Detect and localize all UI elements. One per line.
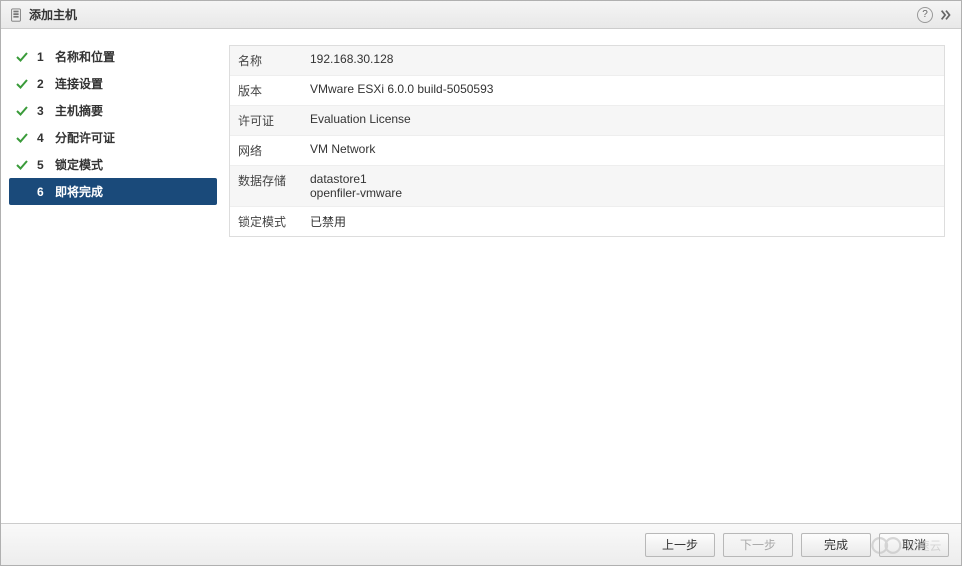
step-lockdown-mode[interactable]: 5 锁定模式	[9, 151, 217, 178]
step-label: 名称和位置	[55, 48, 115, 65]
dialog-body: 1 名称和位置 2 连接设置 3 主机摘要 4 分配许可证 5	[1, 29, 961, 523]
step-number: 2	[37, 77, 47, 91]
summary-label: 许可证	[230, 106, 302, 135]
step-name-location[interactable]: 1 名称和位置	[9, 43, 217, 70]
summary-row-lockdown: 锁定模式 已禁用	[230, 207, 944, 236]
step-host-summary[interactable]: 3 主机摘要	[9, 97, 217, 124]
step-label: 锁定模式	[55, 156, 103, 173]
dialog-title: 添加主机	[29, 6, 911, 23]
step-assign-license[interactable]: 4 分配许可证	[9, 124, 217, 151]
summary-value: Evaluation License	[302, 106, 944, 132]
check-icon	[15, 131, 29, 145]
content-pane: 名称 192.168.30.128 版本 VMware ESXi 6.0.0 b…	[221, 29, 961, 523]
summary-row-network: 网络 VM Network	[230, 136, 944, 166]
cancel-button[interactable]: 取消	[879, 533, 949, 557]
step-connection-settings[interactable]: 2 连接设置	[9, 70, 217, 97]
check-placeholder	[15, 185, 29, 199]
summary-label: 名称	[230, 46, 302, 75]
summary-label: 数据存储	[230, 166, 302, 195]
step-number: 1	[37, 50, 47, 64]
summary-row-version: 版本 VMware ESXi 6.0.0 build-5050593	[230, 76, 944, 106]
step-label: 连接设置	[55, 75, 103, 92]
summary-value: VMware ESXi 6.0.0 build-5050593	[302, 76, 944, 102]
step-number: 4	[37, 131, 47, 145]
titlebar: 添加主机 ?	[1, 1, 961, 29]
summary-row-datastore: 数据存储 datastore1 openfiler-vmware	[230, 166, 944, 207]
summary-table: 名称 192.168.30.128 版本 VMware ESXi 6.0.0 b…	[229, 45, 945, 237]
summary-value: VM Network	[302, 136, 944, 162]
check-icon	[15, 50, 29, 64]
host-icon	[9, 8, 23, 22]
summary-value: datastore1 openfiler-vmware	[302, 166, 944, 206]
check-icon	[15, 104, 29, 118]
back-button[interactable]: 上一步	[645, 533, 715, 557]
step-ready-to-complete[interactable]: 6 即将完成	[9, 178, 217, 205]
finish-button[interactable]: 完成	[801, 533, 871, 557]
step-label: 分配许可证	[55, 129, 115, 146]
summary-label: 版本	[230, 76, 302, 105]
step-label: 即将完成	[55, 183, 103, 200]
summary-label: 锁定模式	[230, 207, 302, 236]
wizard-steps: 1 名称和位置 2 连接设置 3 主机摘要 4 分配许可证 5	[1, 29, 221, 523]
step-number: 6	[37, 185, 47, 199]
step-number: 5	[37, 158, 47, 172]
next-button: 下一步	[723, 533, 793, 557]
step-label: 主机摘要	[55, 102, 103, 119]
summary-row-license: 许可证 Evaluation License	[230, 106, 944, 136]
add-host-wizard: 添加主机 ? 1 名称和位置 2 连接设置 3 主机摘要	[0, 0, 962, 566]
check-icon	[15, 77, 29, 91]
summary-value: 192.168.30.128	[302, 46, 944, 72]
step-number: 3	[37, 104, 47, 118]
summary-label: 网络	[230, 136, 302, 165]
check-icon	[15, 158, 29, 172]
summary-row-name: 名称 192.168.30.128	[230, 46, 944, 76]
footer: 上一步 下一步 完成 取消	[1, 523, 961, 565]
summary-value: 已禁用	[302, 207, 944, 236]
help-icon[interactable]: ?	[917, 7, 933, 23]
expand-icon[interactable]	[939, 8, 953, 22]
